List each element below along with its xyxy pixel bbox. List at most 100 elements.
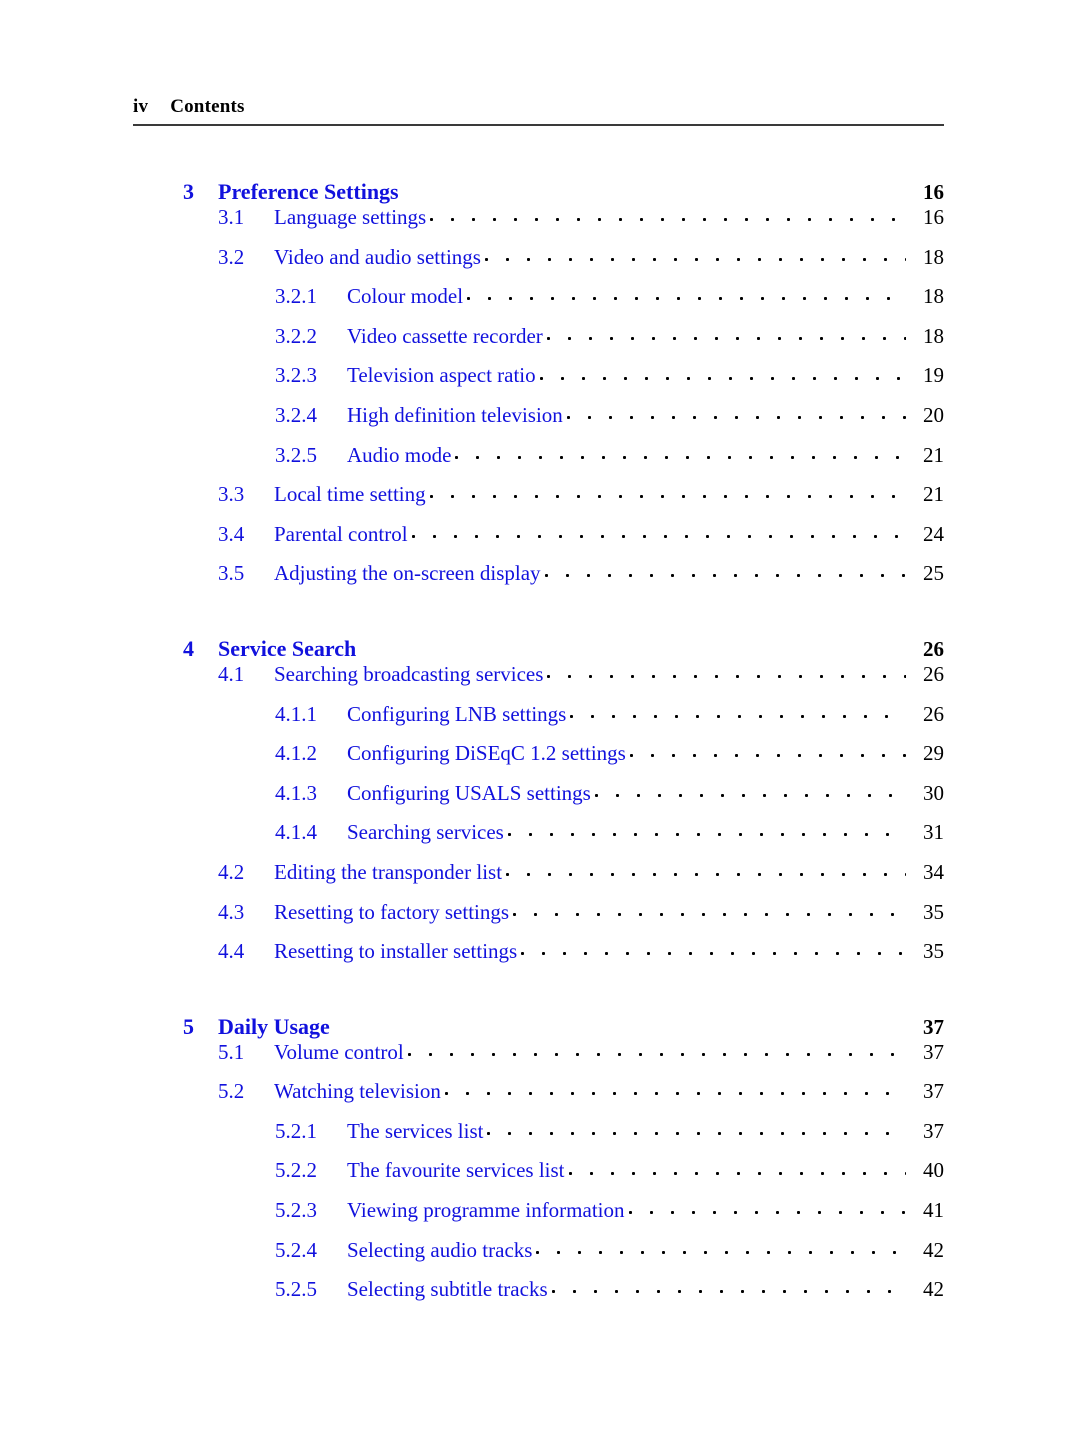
toc-entry-number: 3.4	[218, 521, 245, 546]
toc-entry-title: Configuring USALS settings	[347, 780, 591, 805]
toc-entry-level3[interactable]: 5.2.4 Selecting audio tracks 42	[133, 1238, 944, 1278]
toc-entry-level3[interactable]: 3.2.5 Audio mode 21	[133, 443, 944, 483]
toc-entry-title: Selecting subtitle tracks	[347, 1277, 548, 1302]
toc-entry-level2[interactable]: 5.2 Watching television 37	[133, 1079, 944, 1119]
toc-entry-number: 4.1	[218, 661, 245, 686]
toc-entry-page-number: 37	[923, 1014, 944, 1039]
toc-entry-page-number: 42	[923, 1277, 944, 1302]
toc-dot-leader	[484, 248, 906, 264]
toc-entry-page-number: 35	[923, 939, 944, 964]
toc-dot-leader	[513, 903, 906, 919]
toc-dot-leader	[411, 525, 906, 541]
toc-entry-page-number: 19	[923, 363, 944, 388]
toc-entry-number: 5.2.5	[275, 1277, 317, 1302]
toc-entry-page-number: 41	[923, 1198, 944, 1223]
toc-entry-level1[interactable]: 3 Preference Settings 16	[133, 160, 944, 205]
toc-entry-level2[interactable]: 4.2 Editing the transponder list 34	[133, 860, 944, 900]
toc-entry-page-number: 24	[923, 521, 944, 546]
toc-entry-number: 3.2.2	[275, 323, 317, 348]
toc-entry-level2[interactable]: 4.1 Searching broadcasting services 26	[133, 662, 944, 702]
toc-dot-leader	[568, 1161, 906, 1177]
toc-entry-page-number: 25	[923, 561, 944, 586]
toc-entry-level2[interactable]: 5.1 Volume control 37	[133, 1040, 944, 1080]
toc-entry-title: Searching broadcasting services	[274, 661, 544, 686]
toc-entry-title: Searching services	[347, 820, 504, 845]
toc-entry-number: 4.1.2	[275, 741, 317, 766]
toc-entry-page-number: 42	[923, 1237, 944, 1262]
toc-entry-level3[interactable]: 3.2.1 Colour model 18	[133, 284, 944, 324]
toc-entry-level2[interactable]: 3.5 Adjusting the on-screen display 25	[133, 561, 944, 601]
toc-entry-number: 3.2.5	[275, 442, 317, 467]
toc-entry-title: Video and audio settings	[274, 244, 481, 269]
toc-dot-leader	[506, 863, 906, 879]
toc-entry-level3[interactable]: 4.1.4 Searching services 31	[133, 820, 944, 860]
toc-entry-level2[interactable]: 3.1 Language settings 16	[133, 205, 944, 245]
toc-entry-page-number: 26	[923, 661, 944, 686]
toc-entry-title: Adjusting the on-screen display	[274, 561, 541, 586]
toc-entry-title: Configuring LNB settings	[347, 701, 567, 726]
toc-entry-level3[interactable]: 3.2.3 Television aspect ratio 19	[133, 363, 944, 403]
toc-dot-leader	[429, 485, 906, 501]
toc-dot-leader	[444, 1082, 906, 1098]
toc-entry-page-number: 29	[923, 741, 944, 766]
toc-entry-page-number: 37	[923, 1118, 944, 1143]
toc-dot-leader	[566, 406, 906, 422]
toc-dot-leader	[430, 208, 906, 224]
toc-entry-page-number: 37	[923, 1079, 944, 1104]
toc-dot-leader	[360, 646, 906, 662]
toc-dot-leader	[629, 744, 906, 760]
toc-entry-title: Television aspect ratio	[347, 363, 536, 388]
toc-entry-title: Daily Usage	[218, 1013, 330, 1039]
toc-entry-title: Audio mode	[347, 442, 452, 467]
toc-entry-page-number: 20	[923, 402, 944, 427]
toc-entry-level1[interactable]: 4 Service Search 26	[133, 601, 944, 662]
toc-entry-level2[interactable]: 3.3 Local time setting 21	[133, 482, 944, 522]
document-page: iv Contents 3 Preference Settings 16 3.1 Lan…	[0, 0, 1080, 1439]
toc-entry-title: Resetting to installer settings	[274, 939, 518, 964]
toc-entry-level2[interactable]: 3.2 Video and audio settings 18	[133, 245, 944, 285]
toc-entry-number: 3	[183, 179, 194, 204]
table-of-contents: 3 Preference Settings 16 3.1 Language settin…	[133, 160, 944, 1317]
toc-dot-leader	[628, 1201, 906, 1217]
toc-entry-level3[interactable]: 3.2.4 High definition television 20	[133, 403, 944, 443]
toc-dot-leader	[455, 446, 906, 462]
toc-entry-number: 3.2.4	[275, 402, 317, 427]
toc-dot-leader	[507, 823, 906, 839]
toc-entry-level3[interactable]: 5.2.2 The favourite services list 40	[133, 1158, 944, 1198]
toc-entry-level3[interactable]: 4.1.1 Configuring LNB settings 26	[133, 702, 944, 742]
toc-entry-number: 3.2.1	[275, 284, 317, 309]
toc-entry-number: 5	[183, 1013, 194, 1039]
toc-entry-page-number: 18	[923, 244, 944, 269]
toc-entry-level3[interactable]: 5.2.5 Selecting subtitle tracks 42	[133, 1277, 944, 1317]
toc-entry-level3[interactable]: 3.2.2 Video cassette recorder 18	[133, 324, 944, 364]
toc-entry-number: 4.1.4	[275, 820, 317, 845]
toc-entry-level2[interactable]: 3.4 Parental control 24	[133, 522, 944, 562]
toc-entry-number: 5.2	[218, 1079, 245, 1104]
toc-entry-title: Parental control	[274, 521, 408, 546]
toc-dot-leader	[487, 1122, 906, 1138]
toc-entry-number: 5.2.2	[275, 1158, 317, 1183]
toc-dot-leader	[521, 942, 906, 958]
toc-entry-title: The services list	[347, 1118, 484, 1143]
toc-entry-title: Local time setting	[274, 482, 426, 507]
toc-entry-number: 4	[183, 635, 194, 661]
toc-entry-title: Preference Settings	[218, 179, 399, 204]
toc-entry-level2[interactable]: 4.3 Resetting to factory settings 35	[133, 900, 944, 940]
toc-entry-page-number: 18	[923, 284, 944, 309]
toc-entry-title: Selecting audio tracks	[347, 1237, 533, 1262]
toc-entry-number: 5.2.4	[275, 1237, 317, 1262]
toc-entry-level3[interactable]: 5.2.1 The services list 37	[133, 1119, 944, 1159]
toc-entry-level2[interactable]: 4.4 Resetting to installer settings 35	[133, 939, 944, 979]
toc-entry-level1[interactable]: 5 Daily Usage 37	[133, 979, 944, 1040]
running-header: iv Contents	[133, 96, 944, 126]
toc-entry-level3[interactable]: 4.1.3 Configuring USALS settings 30	[133, 781, 944, 821]
toc-entry-page-number: 35	[923, 899, 944, 924]
toc-entry-title: Viewing programme information	[347, 1198, 625, 1223]
toc-entry-level3[interactable]: 4.1.2 Configuring DiSEqC 1.2 settings 29	[133, 741, 944, 781]
page-folio: iv	[133, 96, 149, 117]
toc-entry-level3[interactable]: 5.2.3 Viewing programme information 41	[133, 1198, 944, 1238]
toc-entry-page-number: 34	[923, 859, 944, 884]
toc-dot-leader	[467, 287, 906, 303]
toc-dot-leader	[539, 366, 906, 382]
toc-entry-page-number: 40	[923, 1158, 944, 1183]
